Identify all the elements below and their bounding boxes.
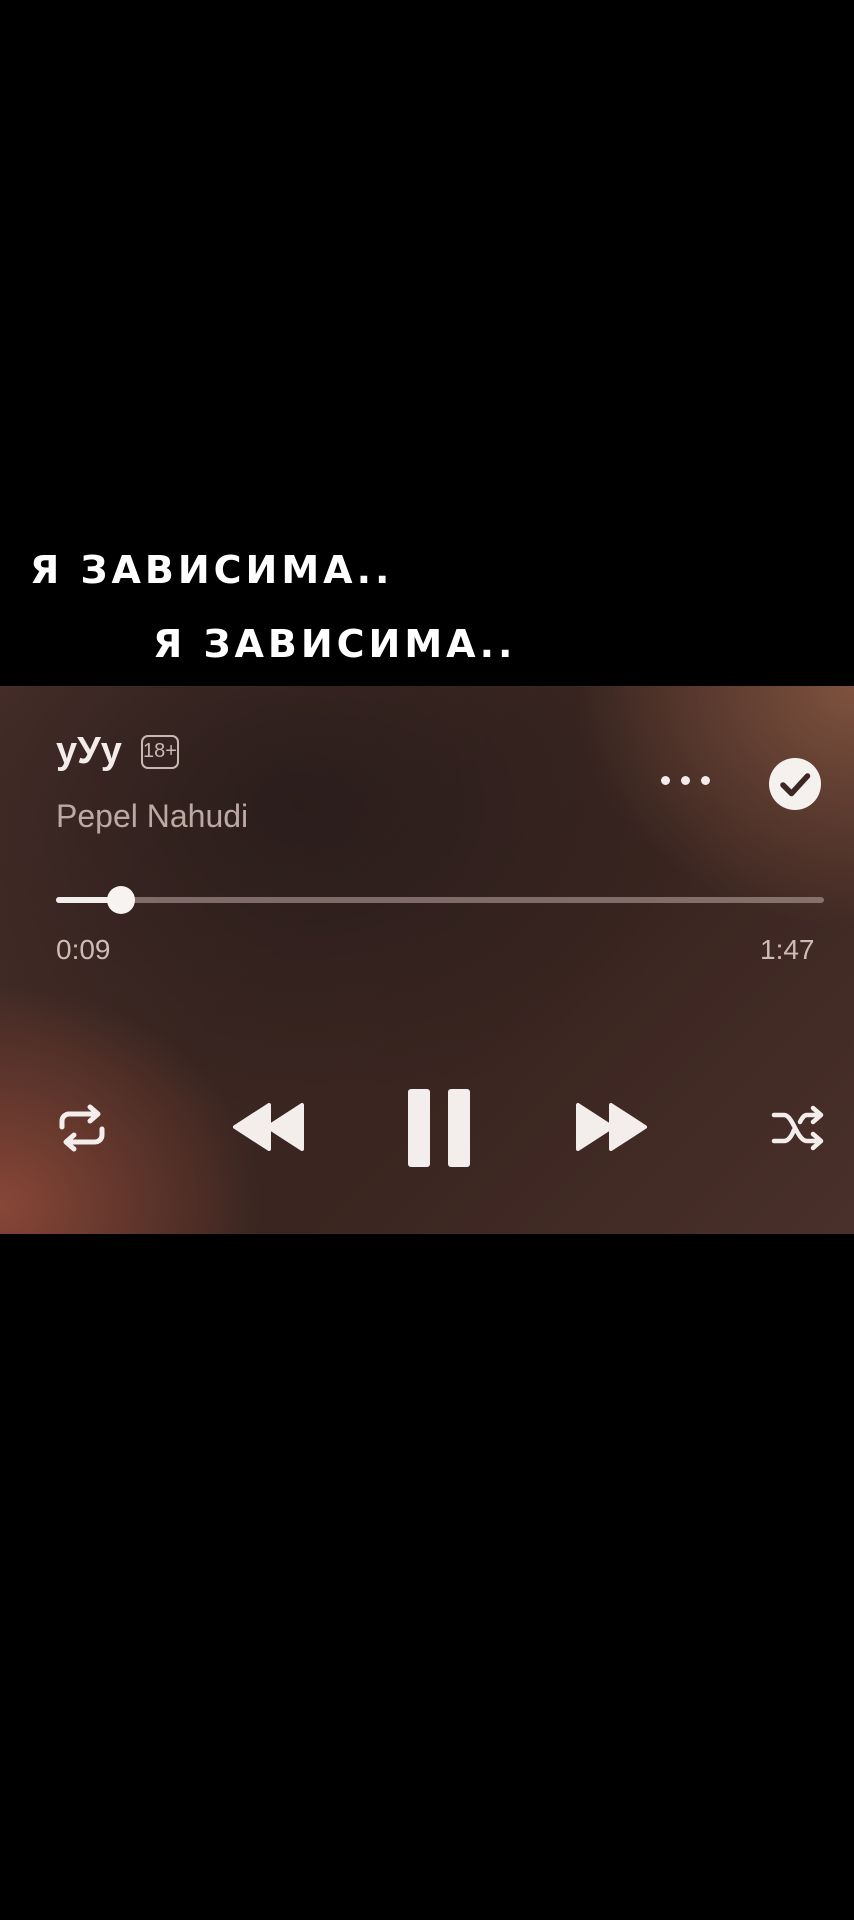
pause-icon [408, 1089, 470, 1167]
more-dot [681, 776, 690, 785]
track-title: уУу [56, 730, 122, 772]
progress-slider[interactable] [56, 886, 824, 914]
repeat-icon [59, 1104, 105, 1152]
fast-forward-button[interactable] [574, 1099, 648, 1155]
pause-button[interactable] [406, 1087, 472, 1169]
rewind-button[interactable] [232, 1099, 306, 1155]
caption-line-2: Я ЗАВИСИМА.. [153, 622, 517, 666]
progress-knob[interactable] [106, 886, 135, 914]
more-options-button[interactable] [655, 760, 717, 800]
total-duration: 1:47 [760, 934, 815, 965]
elapsed-time: 0:09 [56, 934, 111, 965]
saved-toggle-button[interactable] [768, 757, 822, 811]
rewind-icon [233, 1103, 304, 1151]
shuffle-button[interactable] [771, 1104, 827, 1152]
more-dot [701, 776, 710, 785]
explicit-badge: 18+ [141, 735, 179, 769]
shuffle-icon [771, 1105, 824, 1151]
fast-forward-icon [576, 1103, 647, 1151]
repeat-button[interactable] [54, 1103, 110, 1153]
more-dots-icon [661, 776, 670, 785]
artist-name[interactable]: Pepel Nahudi [56, 800, 248, 832]
caption-line-1: Я ЗАВИСИМА.. [30, 548, 394, 592]
checkmark-circle-icon [769, 758, 821, 810]
